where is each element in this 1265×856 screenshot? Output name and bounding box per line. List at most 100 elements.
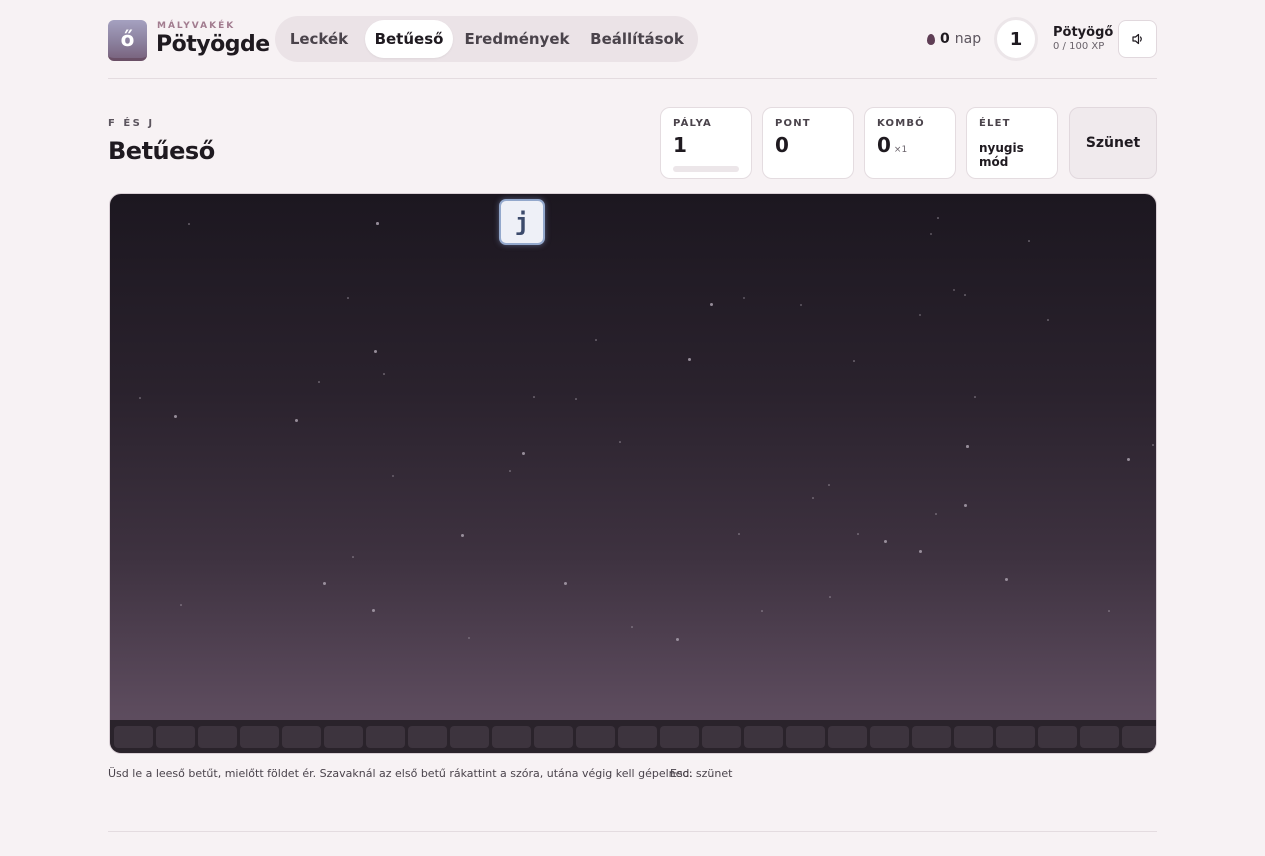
falling-letter-tile: j: [499, 199, 545, 245]
ground-cell: [744, 726, 783, 748]
star: [935, 513, 937, 515]
sound-toggle-button[interactable]: [1118, 20, 1157, 58]
streak-counter: 0 nap: [927, 30, 981, 48]
ground-cell: [114, 726, 153, 748]
star: [139, 397, 141, 399]
star: [347, 297, 349, 299]
star: [509, 470, 511, 472]
combo-multiplier: ×1: [893, 145, 908, 155]
star: [1152, 444, 1154, 446]
star: [937, 217, 939, 219]
star: [829, 596, 831, 598]
lesson-subtitle: F ÉS J: [108, 118, 155, 129]
game-hint: Üsd le a leeső betűt, mielőtt földet ér.…: [108, 767, 693, 780]
star: [383, 373, 385, 375]
ground-cell: [366, 726, 405, 748]
star: [953, 289, 955, 291]
star: [595, 339, 597, 341]
star: [676, 638, 679, 641]
stat-level-value: 1: [673, 133, 687, 157]
star: [743, 297, 745, 299]
star: [857, 533, 859, 535]
ground-cell: [954, 726, 993, 748]
game-field[interactable]: j: [109, 193, 1157, 754]
ground-cell: [786, 726, 825, 748]
star: [964, 294, 966, 296]
star: [1108, 610, 1110, 612]
header-divider: [108, 78, 1157, 79]
tab-lessons[interactable]: Leckék: [279, 20, 359, 58]
ground-cell: [492, 726, 531, 748]
stat-lives-value: nyugis mód: [979, 141, 1024, 169]
footer-divider: [108, 831, 1157, 832]
xp-progress-text: 0 / 100 XP: [1053, 41, 1105, 52]
stat-score-value: 0: [775, 133, 789, 157]
ground-cell: [912, 726, 951, 748]
stat-combo-card: KOMBÓ 0 ×1: [864, 107, 956, 179]
stat-combo-value: 0 ×1: [877, 133, 907, 157]
logo-icon[interactable]: ő: [108, 20, 147, 61]
star: [1047, 319, 1049, 321]
speaker-icon: [1131, 33, 1142, 45]
level-badge: 1: [994, 17, 1038, 61]
tab-letter-rain[interactable]: Betűeső: [365, 20, 453, 58]
stat-score-label: PONT: [775, 118, 811, 129]
stat-combo-label: KOMBÓ: [877, 118, 925, 129]
star: [853, 360, 855, 362]
ground-cell: [282, 726, 321, 748]
ground-cell: [576, 726, 615, 748]
star: [575, 398, 577, 400]
page-title: Betűeső: [108, 137, 215, 165]
brand-name[interactable]: Pötyögde: [156, 32, 270, 57]
star: [930, 233, 932, 235]
star: [919, 550, 922, 553]
rank-name: Pötyögő: [1053, 25, 1114, 40]
streak-unit: nap: [954, 31, 982, 47]
ground-cell: [1080, 726, 1119, 748]
ground-cell: [1122, 726, 1156, 748]
ground-cell: [870, 726, 909, 748]
star: [919, 314, 921, 316]
star: [461, 534, 464, 537]
ground-cell: [408, 726, 447, 748]
star: [295, 419, 298, 422]
stat-level-label: PÁLYA: [673, 118, 712, 129]
header: ő MÁLYVAKÉK Pötyögde Leckék Betűeső Ered…: [108, 16, 1157, 62]
shortcut-hint: Esc: szünet: [670, 767, 733, 780]
star: [323, 582, 326, 585]
star: [392, 475, 394, 477]
star: [318, 381, 320, 383]
stat-level-card: PÁLYA 1: [660, 107, 752, 179]
ground-cell: [534, 726, 573, 748]
ground-cell: [240, 726, 279, 748]
ground-cell: [1038, 726, 1077, 748]
level-progress-bar: [673, 166, 739, 172]
pause-button[interactable]: Szünet: [1069, 107, 1157, 179]
brand-tagline: MÁLYVAKÉK: [157, 21, 236, 31]
star: [180, 604, 182, 606]
star: [884, 540, 887, 543]
star: [828, 484, 830, 486]
star: [188, 223, 190, 225]
ground-cell: [450, 726, 489, 748]
ground-cell: [156, 726, 195, 748]
stat-lives-label: ÉLET: [979, 118, 1011, 129]
star: [974, 396, 976, 398]
star: [619, 441, 621, 443]
streak-count: 0: [940, 31, 950, 47]
star: [761, 610, 763, 612]
star: [564, 582, 567, 585]
tab-results[interactable]: Eredmények: [459, 20, 575, 58]
star: [800, 304, 802, 306]
ground-cell: [198, 726, 237, 748]
combo-count: 0: [877, 133, 891, 157]
ground-cell: [996, 726, 1035, 748]
star: [812, 497, 814, 499]
star: [738, 533, 740, 535]
star: [352, 556, 354, 558]
ground-cell: [618, 726, 657, 748]
star: [964, 504, 967, 507]
ground-cell: [828, 726, 867, 748]
tab-settings[interactable]: Beállítások: [581, 20, 693, 58]
star: [1127, 458, 1130, 461]
